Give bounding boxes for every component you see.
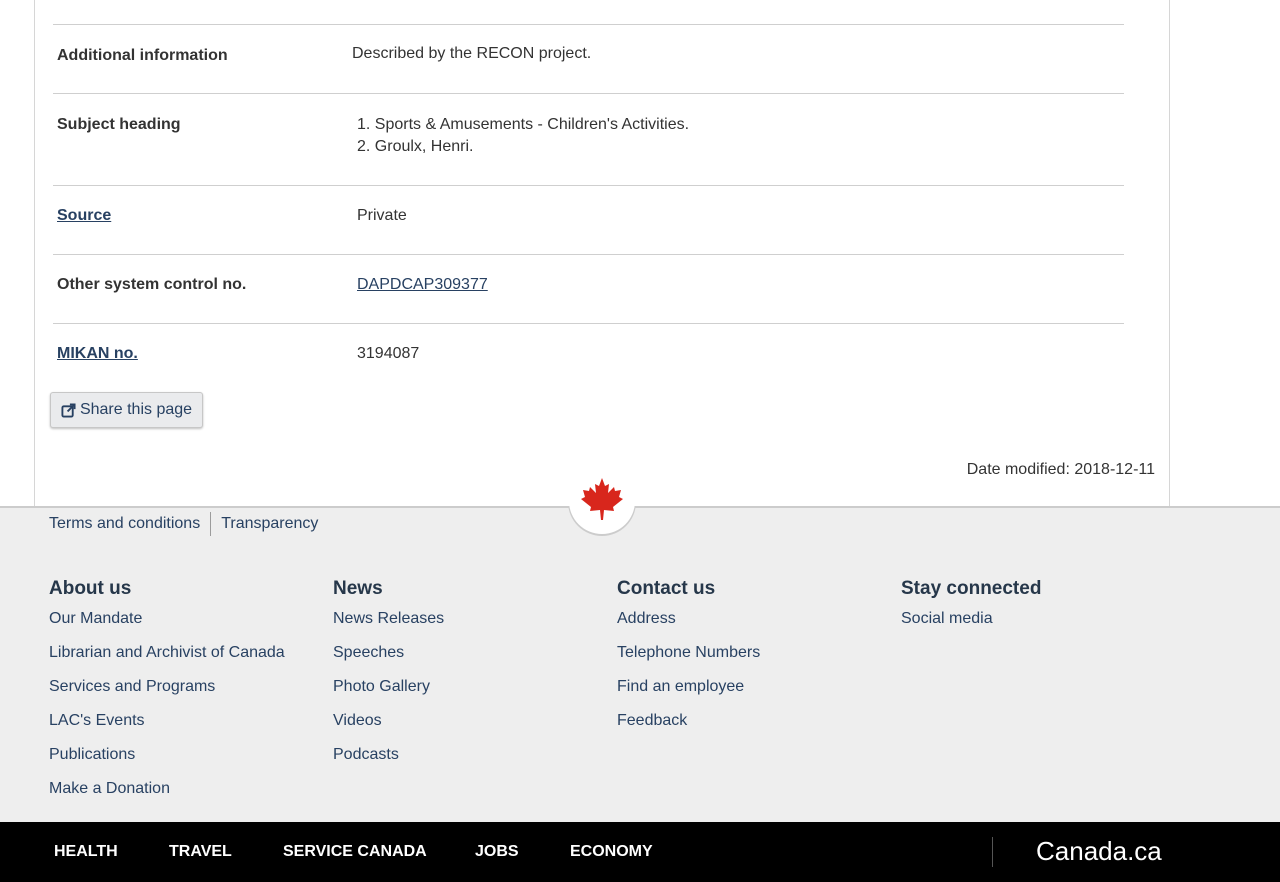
date-modified: Date modified: 2018-12-11 <box>966 461 1155 478</box>
content-border-right <box>1169 0 1170 506</box>
terms-separator <box>210 512 212 536</box>
additional-info-value: Described by the RECON project. <box>352 45 592 62</box>
footer-heading-news: News <box>333 578 383 599</box>
footer-terms-row: Terms and conditions Transparency <box>49 512 318 536</box>
mikan-value: 3194087 <box>357 345 420 362</box>
share-icon <box>61 402 76 418</box>
source-value: Private <box>357 207 407 224</box>
bottom-nav-travel[interactable]: TRAVEL <box>169 843 232 861</box>
footer-link-telephone[interactable]: Telephone Numbers <box>617 644 760 661</box>
footer-link-feedback[interactable]: Feedback <box>617 712 687 729</box>
transparency-link[interactable]: Transparency <box>221 515 318 533</box>
source-link[interactable]: Source <box>57 207 111 225</box>
government-bottom-bar: HEALTH TRAVEL SERVICE CANADA JOBS ECONOM… <box>0 822 1280 882</box>
footer-link-our-mandate[interactable]: Our Mandate <box>49 610 142 627</box>
mikan-link[interactable]: MIKAN no. <box>57 345 138 363</box>
subject-heading-item: 1. Sports & Amusements - Children's Acti… <box>357 116 690 133</box>
footer-link-find-employee[interactable]: Find an employee <box>617 678 744 695</box>
footer-column-stay-connected: Stay connected Social media <box>901 578 1041 644</box>
row-divider <box>53 185 1124 186</box>
footer-link-donation[interactable]: Make a Donation <box>49 780 170 797</box>
row-divider <box>53 93 1124 94</box>
footer-link-speeches[interactable]: Speeches <box>333 644 404 661</box>
footer-column-about: About us Our Mandate Librarian and Archi… <box>49 578 285 814</box>
footer-link-librarian[interactable]: Librarian and Archivist of Canada <box>49 644 285 661</box>
footer-link-services[interactable]: Services and Programs <box>49 678 215 695</box>
bottom-bar-divider <box>992 837 993 867</box>
other-control-link[interactable]: DAPDCAP309377 <box>357 274 488 296</box>
record-details: Additional information Described by the … <box>0 0 1280 506</box>
row-divider <box>53 24 1124 25</box>
bottom-nav-jobs[interactable]: JOBS <box>475 843 519 861</box>
site-footer: Terms and conditions Transparency About … <box>0 506 1280 822</box>
row-divider <box>53 254 1124 255</box>
subject-heading-label: Subject heading <box>57 116 181 133</box>
subject-heading-list: 1. Sports & Amusements - Children's Acti… <box>357 114 689 158</box>
footer-link-social-media[interactable]: Social media <box>901 610 993 627</box>
bottom-nav-service-canada[interactable]: SERVICE CANADA <box>283 843 427 861</box>
footer-link-news-releases[interactable]: News Releases <box>333 610 444 627</box>
bottom-nav-economy[interactable]: ECONOMY <box>570 843 653 861</box>
bottom-nav-health[interactable]: HEALTH <box>54 843 118 861</box>
footer-link-address[interactable]: Address <box>617 610 676 627</box>
footer-link-videos[interactable]: Videos <box>333 712 382 729</box>
subject-heading-item: 2. Groulx, Henri. <box>357 138 474 155</box>
footer-heading-contact: Contact us <box>617 578 716 599</box>
row-divider <box>53 323 1124 324</box>
other-control-label: Other system control no. <box>57 276 247 293</box>
share-this-page-button[interactable]: Share this page <box>50 392 203 428</box>
footer-link-events[interactable]: LAC's Events <box>49 712 145 729</box>
maple-leaf-icon <box>568 470 636 536</box>
footer-column-contact: Contact us Address Telephone Numbers Fin… <box>617 578 760 746</box>
footer-column-news: News News Releases Speeches Photo Galler… <box>333 578 444 780</box>
footer-link-publications[interactable]: Publications <box>49 746 135 763</box>
additional-info-label: Additional information <box>57 47 228 64</box>
terms-and-conditions-link[interactable]: Terms and conditions <box>49 515 200 533</box>
footer-heading-stay-connected: Stay connected <box>901 578 1042 599</box>
footer-link-podcasts[interactable]: Podcasts <box>333 746 399 763</box>
content-border-left <box>34 0 35 506</box>
footer-link-photo-gallery[interactable]: Photo Gallery <box>333 678 430 695</box>
share-button-label: Share this page <box>79 401 193 418</box>
canada-ca-link[interactable]: Canada.ca <box>1036 836 1162 867</box>
footer-heading-about: About us <box>49 578 132 599</box>
